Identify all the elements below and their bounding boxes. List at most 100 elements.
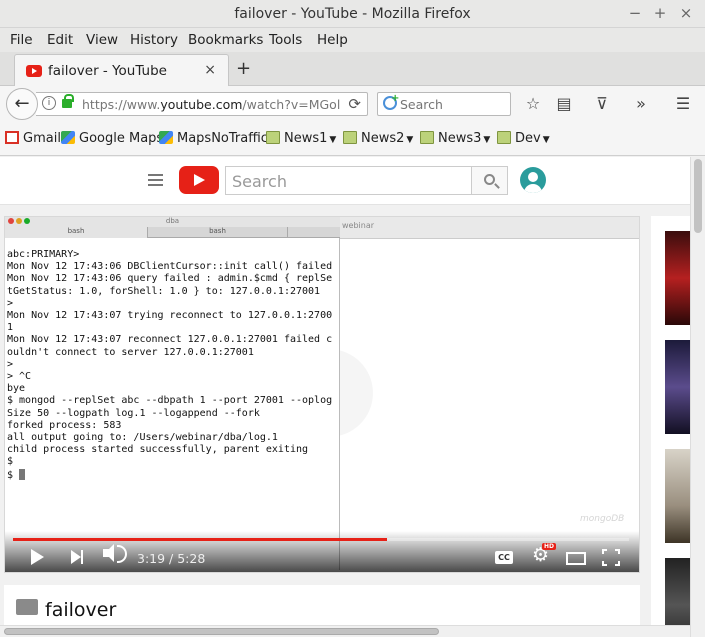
pocket-icon[interactable]: ⊽ (591, 94, 613, 113)
reload-icon[interactable]: ⟳ (348, 95, 361, 113)
horizontal-scrollbar[interactable] (0, 625, 690, 637)
window-title: failover - YouTube - Mozilla Firefox (234, 6, 471, 22)
folder-icon (343, 131, 357, 144)
youtube-header: Search (0, 157, 690, 205)
horizontal-scrollbar-thumb[interactable] (4, 628, 439, 635)
lock-icon (16, 599, 38, 615)
bookmark-folder-news1[interactable]: News1 ▼ (266, 131, 336, 146)
player-controls: 3:19 / 5:28 CC ⚙ HD (5, 531, 639, 572)
related-video-thumbnail[interactable] (665, 231, 690, 325)
back-arrow-icon: ← (14, 93, 30, 114)
bookmark-mapsnotraffic[interactable]: MapsNoTraffic (159, 131, 268, 146)
maps-icon (159, 131, 173, 144)
url-bar[interactable]: i https://www.youtube.com/watch?v=MGol ⟳ (36, 92, 368, 116)
terminal-title-bar: dba (5, 217, 340, 227)
back-button[interactable]: ← (6, 88, 38, 120)
video-title-card: failover (4, 585, 640, 625)
related-videos-sidebar (651, 216, 690, 625)
theater-mode-icon[interactable] (566, 552, 586, 565)
maximize-icon[interactable]: + (651, 4, 669, 22)
guide-menu-icon[interactable] (148, 174, 163, 186)
vertical-scrollbar-thumb[interactable] (694, 159, 702, 233)
window-title-bar: failover - YouTube - Mozilla Firefox − +… (0, 0, 705, 28)
search-icon (484, 174, 495, 185)
video-player[interactable]: webinar dba bash bash abc:PRIMARY> Mon No… (4, 216, 640, 573)
close-tab-icon[interactable]: × (204, 62, 216, 78)
next-icon[interactable] (71, 550, 83, 564)
terminal-line: Mon Nov 12 17:43:07 trying reconnect to … (7, 310, 333, 322)
vertical-scrollbar[interactable] (690, 157, 705, 637)
minimize-icon[interactable]: − (626, 4, 644, 22)
new-tab-icon[interactable]: + (236, 58, 251, 79)
terminal-line: > ^C (7, 371, 32, 383)
terminal-output: abc:PRIMARY> Mon Nov 12 17:43:06 DBClient… (7, 249, 332, 482)
menu-history[interactable]: History (130, 32, 178, 48)
bookmark-folder-news3[interactable]: News3 ▼ (420, 131, 490, 146)
terminal-window: dba bash bash abc:PRIMARY> Mon Nov 12 17:… (5, 217, 340, 570)
terminal-line: 1 (7, 322, 14, 334)
gmail-icon (5, 131, 19, 144)
menu-tools[interactable]: Tools (269, 32, 302, 48)
reading-list-icon[interactable]: ▤ (553, 94, 575, 113)
mongodb-watermark: mongoDB (580, 514, 625, 524)
progress-bar[interactable] (13, 538, 629, 541)
bookmark-folder-dev[interactable]: Dev ▼ (497, 131, 550, 146)
terminal-line: bye (7, 383, 26, 395)
url-text[interactable]: https://www.youtube.com/watch?v=MGol (82, 97, 340, 112)
menu-edit[interactable]: Edit (47, 32, 73, 48)
tab-title: failover - YouTube (48, 63, 167, 79)
lock-icon[interactable] (62, 94, 74, 108)
youtube-logo[interactable] (179, 166, 219, 194)
terminal-line: > (7, 297, 14, 309)
close-dot-icon (8, 218, 14, 224)
page-content: Search webinar dba bash bash abc:PRIMARY… (0, 157, 690, 625)
captions-icon[interactable]: CC (495, 551, 513, 564)
avatar[interactable] (520, 167, 546, 193)
tab-failover-youtube[interactable]: failover - YouTube × (14, 54, 229, 87)
terminal-line: Size 50 --logpath log.1 --logappend --fo… (7, 407, 260, 419)
menu-help[interactable]: Help (317, 32, 348, 48)
info-icon[interactable]: i (42, 96, 56, 110)
search-input[interactable] (400, 95, 505, 113)
related-video-thumbnail[interactable] (665, 449, 690, 543)
hamburger-menu-icon[interactable]: ☰ (672, 94, 694, 113)
related-video-thumbnail[interactable] (665, 558, 690, 625)
terminal-tab: bash (5, 227, 148, 238)
terminal-line: abc:PRIMARY> (7, 249, 80, 260)
bookmark-google-maps[interactable]: Google Maps (61, 131, 163, 146)
close-window-icon[interactable]: × (677, 4, 695, 22)
terminal-cursor (19, 468, 26, 480)
menu-view[interactable]: View (86, 32, 118, 48)
volume-icon[interactable] (103, 544, 127, 563)
youtube-search-button[interactable] (471, 166, 508, 195)
chevron-down-icon: ▼ (329, 135, 337, 145)
terminal-line: Mon Nov 12 17:43:07 reconnect 127.0.0.1:… (7, 334, 333, 346)
menu-bookmarks[interactable]: Bookmarks (188, 32, 263, 48)
chevron-down-icon: ▼ (542, 135, 550, 145)
bookmark-star-icon[interactable]: ☆ (522, 94, 544, 113)
related-video-thumbnail[interactable] (665, 340, 690, 434)
terminal-line: $ (7, 468, 332, 482)
terminal-line: $ (7, 456, 14, 468)
zoom-dot-icon (24, 218, 30, 224)
menu-file[interactable]: File (10, 32, 33, 48)
youtube-search-input[interactable]: Search (225, 166, 472, 195)
progress-fill (13, 538, 387, 541)
terminal-line: > (7, 358, 14, 370)
bookmark-folder-news2[interactable]: News2 ▼ (343, 131, 413, 146)
hd-badge: HD (542, 543, 557, 550)
webinar-window-bar: webinar (340, 217, 639, 239)
terminal-line: ouldn't connect to server 127.0.0.1:2700… (7, 346, 254, 358)
overflow-chevron-icon[interactable]: » (630, 94, 652, 113)
terminal-title: dba (165, 217, 180, 225)
bookmark-gmail[interactable]: Gmail (5, 131, 61, 146)
search-bar[interactable]: + (377, 92, 511, 116)
folder-icon (497, 131, 511, 144)
navigation-toolbar: i https://www.youtube.com/watch?v=MGol ⟳… (0, 86, 705, 122)
play-icon[interactable] (31, 549, 44, 565)
folder-icon (420, 131, 434, 144)
minimize-dot-icon (16, 218, 22, 224)
terminal-line: child process started successfully, pare… (7, 444, 309, 456)
menu-bar: File Edit View History Bookmarks Tools H… (0, 28, 705, 52)
fullscreen-icon[interactable] (602, 549, 620, 566)
